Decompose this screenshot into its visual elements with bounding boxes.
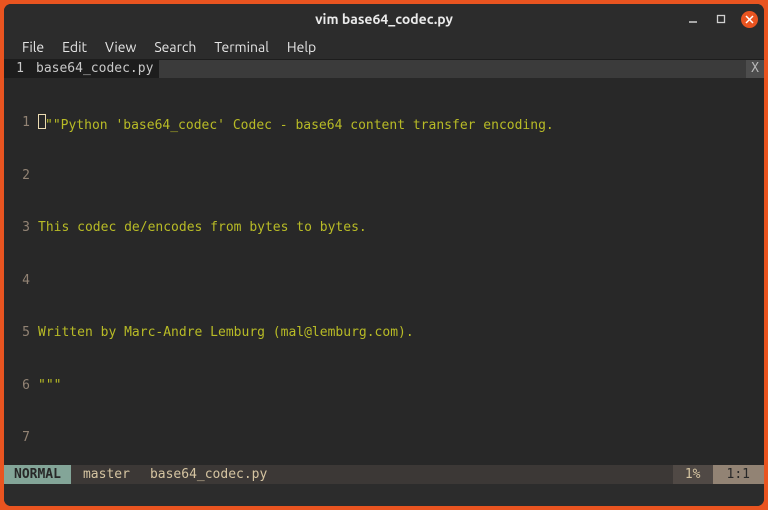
menu-view[interactable]: View xyxy=(97,37,144,57)
close-icon xyxy=(745,15,754,24)
terminal-window: vim base64_codec.py File Edit View Searc… xyxy=(4,4,764,506)
minimize-button[interactable] xyxy=(685,11,701,27)
line-number: 5 xyxy=(4,324,38,342)
line-number: 6 xyxy=(4,377,38,395)
code-text: """ xyxy=(38,377,61,395)
status-mode: NORMAL xyxy=(4,465,71,484)
code-text: Written by Marc-Andre Lemburg (mal@lembu… xyxy=(38,324,414,342)
menu-edit[interactable]: Edit xyxy=(54,37,95,57)
maximize-button[interactable] xyxy=(713,11,729,27)
status-spacer xyxy=(275,465,673,484)
menubar: File Edit View Search Terminal Help xyxy=(4,34,764,60)
line-number: 1 xyxy=(4,114,38,132)
tab-label[interactable]: base64_codec.py xyxy=(30,60,159,78)
line-number: 3 xyxy=(4,219,38,237)
minimize-icon xyxy=(688,14,698,24)
window-controls xyxy=(685,4,758,34)
vim-tabline: 1 base64_codec.py X xyxy=(4,60,764,78)
status-percent: 1% xyxy=(673,465,713,484)
status-branch: master xyxy=(71,465,142,484)
status-filename: base64_codec.py xyxy=(142,465,275,484)
tab-close-button[interactable]: X xyxy=(746,60,764,78)
statusline: NORMAL master base64_codec.py 1% 1:1 xyxy=(4,465,764,484)
menu-search[interactable]: Search xyxy=(146,37,204,57)
code-text: This codec de/encodes from bytes to byte… xyxy=(38,219,367,237)
line-number: 2 xyxy=(4,167,38,185)
menu-help[interactable]: Help xyxy=(279,37,324,57)
menu-terminal[interactable]: Terminal xyxy=(206,37,277,57)
tab-index: 1 xyxy=(4,60,30,78)
maximize-icon xyxy=(716,14,726,24)
menu-file[interactable]: File xyxy=(14,37,52,57)
close-button[interactable] xyxy=(741,11,758,28)
code-text: ""Python 'base64_codec' Codec - base64 c… xyxy=(45,118,554,133)
line-number: 7 xyxy=(4,429,38,447)
bottom-padding xyxy=(4,484,764,506)
titlebar: vim base64_codec.py xyxy=(4,4,764,34)
editor-viewport[interactable]: 1 ""Python 'base64_codec' Codec - base64 … xyxy=(4,78,764,465)
tab-fill xyxy=(159,60,746,78)
line-number: 4 xyxy=(4,272,38,290)
status-position: 1:1 xyxy=(713,465,764,484)
window-title: vim base64_codec.py xyxy=(315,11,453,27)
